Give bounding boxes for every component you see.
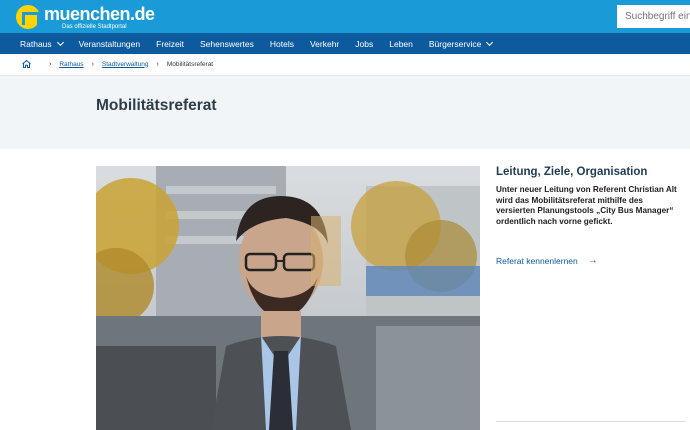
nav-item-buergerservice[interactable]: Bürgerservice <box>429 38 494 49</box>
chevron-down-icon <box>56 38 64 46</box>
logo-mark-icon <box>16 5 40 29</box>
breadcrumb-separator-icon: › <box>91 60 94 68</box>
title-band: Mobilitätsreferat <box>0 75 690 149</box>
site-logo[interactable]: muenchen.de Das offizielle Stadtportal <box>16 4 155 30</box>
nav-item-freizeit[interactable]: Freizeit <box>156 39 184 49</box>
logo-name: muenchen.de <box>44 3 155 24</box>
breadcrumb-separator-icon: › <box>156 60 159 68</box>
chevron-down-icon <box>486 38 494 46</box>
breadcrumb-current: Mobilitätsreferat <box>166 60 214 68</box>
teaser-body: Unter neuer Leitung von Referent Christi… <box>496 185 677 226</box>
logo-tagline: Das offizielle Stadtportal <box>62 23 127 30</box>
breadcrumb-rathaus[interactable]: Rathaus <box>59 61 83 68</box>
nav-item-veranstaltungen[interactable]: Veranstaltungen <box>79 39 140 49</box>
breadcrumb: › Rathaus › Stadtverwaltung › Mobilitäts… <box>22 57 213 71</box>
nav-item-sehenswertes[interactable]: Sehenswertes <box>200 39 254 49</box>
breadcrumb-separator-icon: › <box>49 60 52 68</box>
teaser-title: Leitung, Ziele, Organisation <box>496 166 648 178</box>
breadcrumb-stadtverwaltung[interactable]: Stadtverwaltung <box>102 61 149 68</box>
arrow-right-icon: → <box>587 255 598 266</box>
search-input[interactable] <box>617 5 690 28</box>
divider <box>496 421 686 422</box>
hero-photo <box>96 166 480 430</box>
page-title: Mobilitätsreferat <box>96 97 217 114</box>
referat-kennenlernen-link[interactable]: Referat kennenlernen → <box>496 255 598 266</box>
nav-item-rathaus[interactable]: Rathaus <box>20 38 64 49</box>
main-nav: Rathaus Veranstaltungen Freizeit Sehensw… <box>0 33 690 54</box>
nav-item-leben[interactable]: Leben <box>389 39 413 49</box>
home-icon[interactable] <box>22 60 31 68</box>
nav-item-hotels[interactable]: Hotels <box>270 39 294 49</box>
top-header: muenchen.de Das offizielle Stadtportal <box>0 0 690 33</box>
nav-item-verkehr[interactable]: Verkehr <box>310 39 339 49</box>
nav-item-jobs[interactable]: Jobs <box>355 39 373 49</box>
